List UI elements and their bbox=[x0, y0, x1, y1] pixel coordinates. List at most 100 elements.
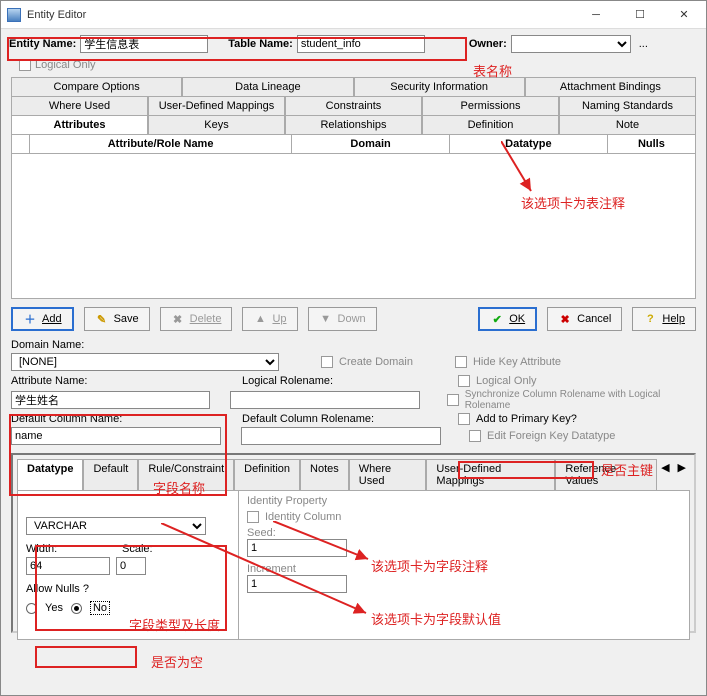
x-icon: ✖ bbox=[558, 312, 572, 326]
scale-input[interactable] bbox=[116, 557, 146, 575]
entity-name-input[interactable] bbox=[80, 35, 208, 53]
tab-user-defined-mappings[interactable]: User-Defined Mappings bbox=[148, 96, 285, 115]
logical-only-checkbox-2[interactable] bbox=[458, 375, 470, 387]
tab-attachment-bindings[interactable]: Attachment Bindings bbox=[525, 77, 696, 96]
create-domain-label: Create Domain bbox=[339, 356, 413, 368]
seed-label: Seed: bbox=[247, 527, 360, 539]
tab-nav-right[interactable]: ▶ bbox=[674, 459, 690, 490]
width-input[interactable] bbox=[26, 557, 110, 575]
col-nulls: Nulls bbox=[608, 135, 695, 153]
logical-rolename-input[interactable] bbox=[230, 391, 420, 409]
edit-fk-label: Edit Foreign Key Datatype bbox=[487, 430, 615, 442]
tab-naming-standards[interactable]: Naming Standards bbox=[559, 96, 696, 115]
tab-constraints[interactable]: Constraints bbox=[285, 96, 422, 115]
ok-button[interactable]: ✔OK bbox=[478, 307, 537, 331]
increment-label: Increment bbox=[247, 563, 360, 575]
arrow-down-icon: ▼ bbox=[319, 312, 333, 326]
identity-column-checkbox[interactable] bbox=[247, 511, 259, 523]
domain-name-select[interactable]: [NONE] bbox=[11, 353, 279, 371]
tab-where-used[interactable]: Where Used bbox=[11, 96, 148, 115]
tab-attributes[interactable]: Attributes bbox=[11, 115, 148, 134]
domain-name-label: Domain Name: bbox=[11, 339, 84, 351]
table-name-input[interactable] bbox=[297, 35, 425, 53]
entity-name-label: Entity Name: bbox=[9, 38, 76, 50]
tab-compare-options[interactable]: Compare Options bbox=[11, 77, 182, 96]
anno-box-null bbox=[35, 646, 137, 668]
ltab-rule-constraint[interactable]: Rule/Constraint bbox=[138, 459, 234, 490]
ltab-datatype[interactable]: Datatype bbox=[17, 459, 83, 490]
attribute-name-label: Attribute Name: bbox=[11, 375, 87, 387]
hide-key-checkbox[interactable] bbox=[455, 356, 467, 368]
down-button[interactable]: ▼Down bbox=[308, 307, 377, 331]
ltab-definition[interactable]: Definition bbox=[234, 459, 300, 490]
main-tabs: Compare Options Data Lineage Security In… bbox=[1, 73, 706, 299]
tab-nav-left[interactable]: ◀ bbox=[657, 459, 673, 490]
tab-permissions[interactable]: Permissions bbox=[422, 96, 559, 115]
logical-only-checkbox[interactable] bbox=[19, 59, 31, 71]
cancel-button[interactable]: ✖Cancel bbox=[547, 307, 622, 331]
logical-only-label: Logical Only bbox=[35, 59, 96, 71]
tab-keys[interactable]: Keys bbox=[148, 115, 285, 134]
ltab-user-defined-mappings[interactable]: User-Defined Mappings bbox=[426, 459, 555, 490]
ltab-notes[interactable]: Notes bbox=[300, 459, 349, 490]
tab-data-lineage[interactable]: Data Lineage bbox=[182, 77, 353, 96]
width-label: Width: bbox=[26, 543, 57, 555]
mid-fields: Domain Name: [NONE] Create Domain Hide K… bbox=[1, 339, 706, 445]
add-button[interactable]: ＋Add bbox=[11, 307, 74, 331]
ltab-reference-values[interactable]: Reference Values bbox=[555, 459, 657, 490]
allow-nulls-label: Allow Nulls ? bbox=[26, 583, 89, 595]
add-pk-checkbox[interactable] bbox=[458, 413, 470, 425]
window-title: Entity Editor bbox=[27, 9, 574, 21]
logical-rolename-label: Logical Rolename: bbox=[242, 375, 333, 387]
add-pk-label: Add to Primary Key? bbox=[476, 413, 577, 425]
increment-input[interactable] bbox=[247, 575, 347, 593]
up-button[interactable]: ▲Up bbox=[242, 307, 297, 331]
delete-button[interactable]: ✖Delete bbox=[160, 307, 233, 331]
check-icon: ✔ bbox=[490, 312, 504, 326]
identity-column-label: Identity Column bbox=[265, 511, 341, 523]
col-datatype: Datatype bbox=[450, 135, 608, 153]
edit-fk-checkbox[interactable] bbox=[469, 430, 481, 442]
default-col-name-input[interactable] bbox=[11, 427, 221, 445]
scale-label: Scale: bbox=[122, 543, 153, 555]
tab-note[interactable]: Note bbox=[559, 115, 696, 134]
logical-only-label-2: Logical Only bbox=[476, 375, 537, 387]
help-button[interactable]: ?Help bbox=[632, 307, 696, 331]
sync-checkbox[interactable] bbox=[447, 394, 458, 406]
delete-icon: ✖ bbox=[171, 312, 185, 326]
minimize-button[interactable]: ─ bbox=[574, 2, 618, 28]
col-domain: Domain bbox=[292, 135, 450, 153]
table-name-label: Table Name: bbox=[228, 38, 293, 50]
anno-label-null: 是否为空 bbox=[151, 652, 203, 671]
titlebar: Entity Editor ─ ☐ ✕ bbox=[1, 1, 706, 29]
tab-definition[interactable]: Definition bbox=[422, 115, 559, 134]
owner-select[interactable] bbox=[511, 35, 631, 53]
allow-nulls-no-radio[interactable] bbox=[71, 603, 82, 614]
ltab-where-used[interactable]: Where Used bbox=[349, 459, 427, 490]
pencil-icon: ✎ bbox=[95, 312, 109, 326]
ltab-default[interactable]: Default bbox=[83, 459, 138, 490]
default-col-rolename-label: Default Column Rolename: bbox=[242, 413, 374, 425]
maximize-button[interactable]: ☐ bbox=[618, 2, 662, 28]
attributes-grid: Attribute/Role Name Domain Datatype Null… bbox=[11, 134, 696, 299]
allow-nulls-yes-radio[interactable] bbox=[26, 603, 37, 614]
owner-ellipsis-button[interactable]: ... bbox=[639, 38, 648, 50]
create-domain-checkbox[interactable] bbox=[321, 356, 333, 368]
datatype-select[interactable]: VARCHAR bbox=[26, 517, 206, 535]
header-fields: Entity Name: Table Name: Owner: ... bbox=[1, 29, 706, 59]
tab-relationships[interactable]: Relationships bbox=[285, 115, 422, 134]
col-attribute-role: Attribute/Role Name bbox=[30, 135, 292, 153]
attribute-name-input[interactable] bbox=[11, 391, 210, 409]
button-row: ＋Add ✎Save ✖Delete ▲Up ▼Down ✔OK ✖Cancel… bbox=[1, 299, 706, 339]
owner-label: Owner: bbox=[469, 38, 507, 50]
yes-label: Yes bbox=[45, 602, 63, 614]
save-button[interactable]: ✎Save bbox=[84, 307, 150, 331]
sync-label: Synchronize Column Rolename with Logical… bbox=[465, 389, 696, 411]
tab-security-information[interactable]: Security Information bbox=[354, 77, 525, 96]
seed-input[interactable] bbox=[247, 539, 347, 557]
hide-key-label: Hide Key Attribute bbox=[473, 356, 561, 368]
default-col-rolename-input[interactable] bbox=[241, 427, 441, 445]
no-label: No bbox=[90, 601, 110, 615]
close-button[interactable]: ✕ bbox=[662, 2, 706, 28]
question-icon: ? bbox=[643, 312, 657, 326]
